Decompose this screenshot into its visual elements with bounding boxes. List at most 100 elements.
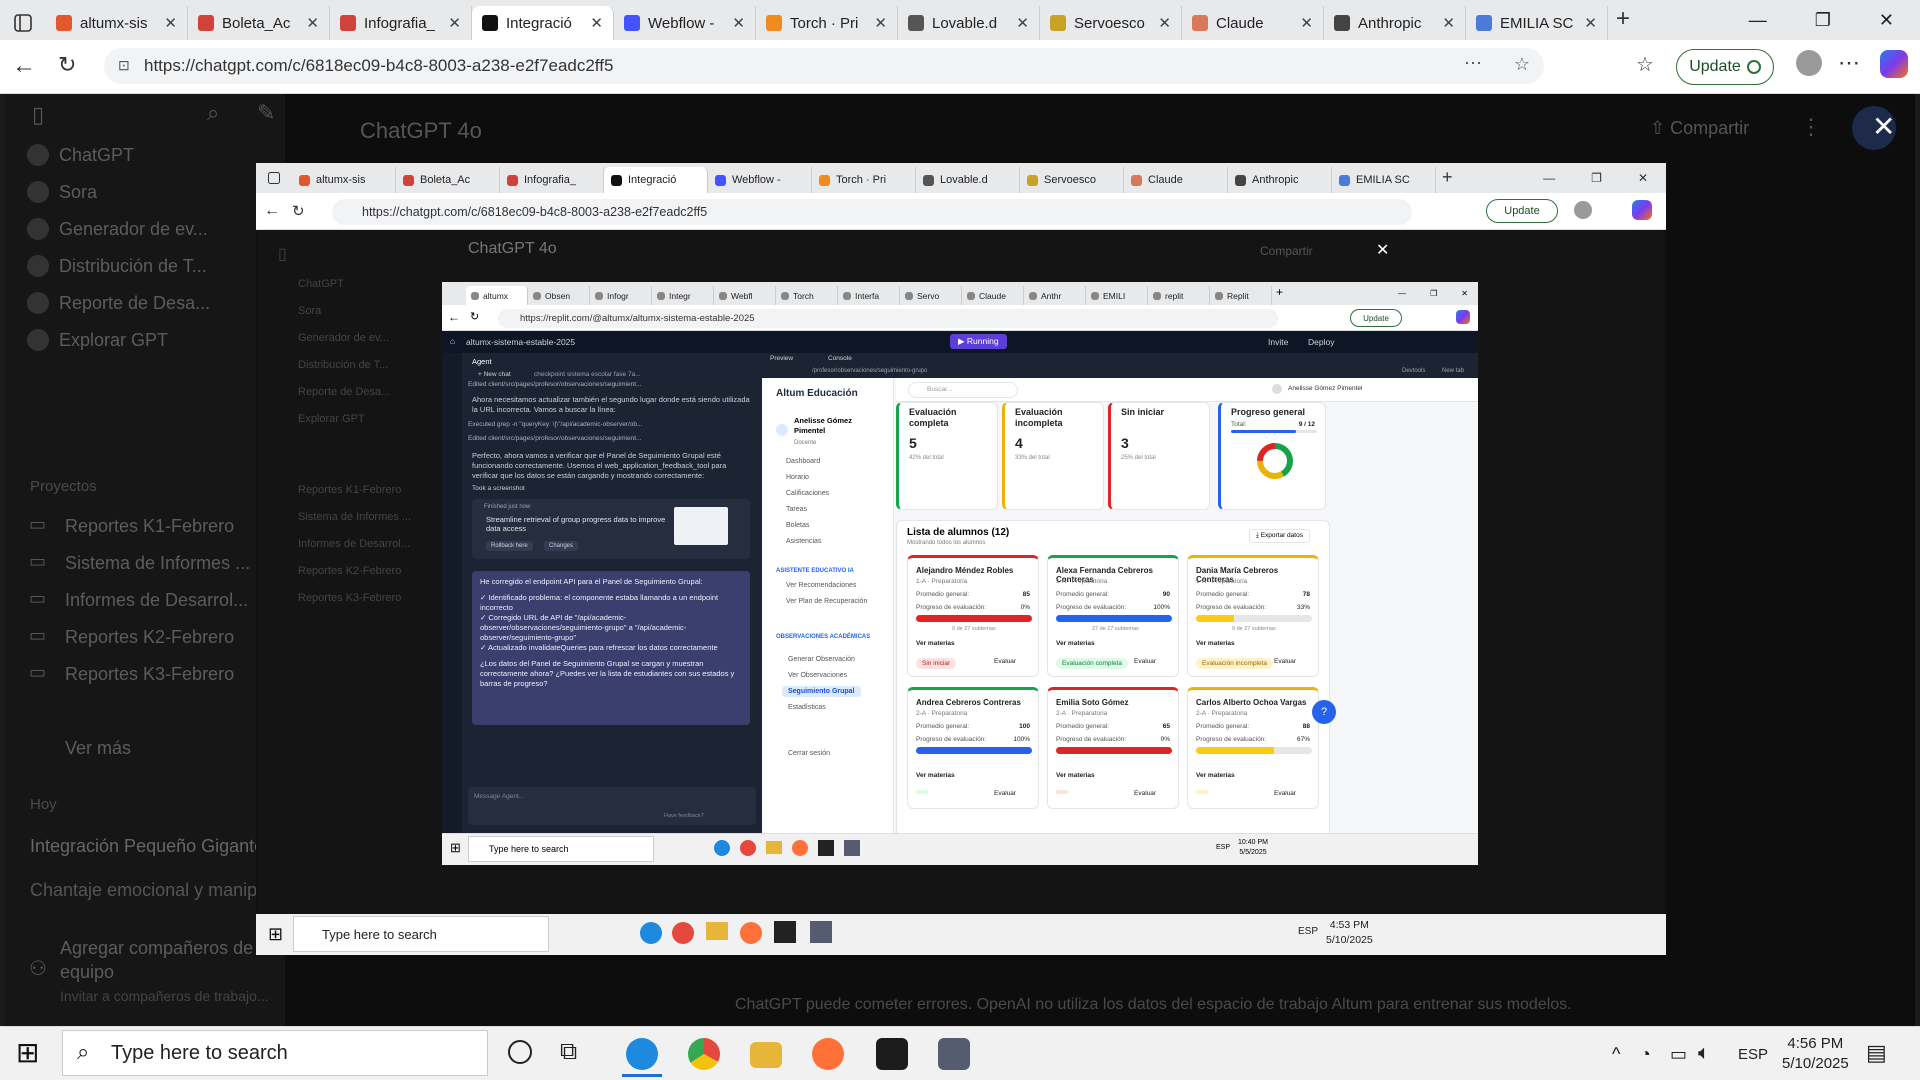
taskbar-search-input[interactable]: ⌕ Type here to search bbox=[62, 1030, 488, 1076]
avg-label: Promedio general: bbox=[1196, 591, 1250, 598]
favorite-star-icon[interactable]: ☆ bbox=[1514, 54, 1530, 75]
chrome-icon[interactable] bbox=[688, 1038, 720, 1070]
tab-close-icon[interactable]: ✕ bbox=[590, 14, 603, 32]
tab-favicon-icon bbox=[1334, 15, 1350, 31]
l3-tab-label: Interfa bbox=[855, 290, 880, 301]
reader-icon[interactable]: ⋯ bbox=[1464, 53, 1482, 74]
browser-tab[interactable]: Servoesco ✕ bbox=[1040, 6, 1182, 40]
restore-icon[interactable]: ❐ bbox=[1815, 10, 1831, 31]
tab-close-icon[interactable]: ✕ bbox=[448, 14, 461, 32]
more-menu-icon[interactable]: ⋯ bbox=[1838, 50, 1860, 76]
share-button[interactable]: ⇧ Compartir bbox=[1650, 118, 1749, 139]
chat-item-chantaje[interactable]: Chantaje emocional y manip... bbox=[30, 880, 272, 901]
tab-close-icon[interactable]: ✕ bbox=[164, 14, 177, 32]
rollback-button: Rollback here bbox=[486, 541, 533, 551]
app-nav-item: Boletas bbox=[786, 522, 810, 529]
tab-close-icon[interactable]: ✕ bbox=[1158, 14, 1171, 32]
student-name: Alejandro Méndez Robles bbox=[916, 566, 1014, 575]
student-group: 2-A · Preparatoria bbox=[1196, 710, 1248, 717]
back-icon[interactable]: ← bbox=[12, 52, 36, 80]
l3-firefox-icon bbox=[792, 840, 808, 856]
minimize-icon[interactable]: — bbox=[1749, 10, 1767, 31]
browser-tab[interactable]: EMILIA SC ✕ bbox=[1466, 6, 1608, 40]
student-name: Carlos Alberto Ochoa Vargas bbox=[1196, 698, 1307, 707]
project-item[interactable]: Sistema de Informes ... bbox=[65, 553, 250, 574]
refresh-icon[interactable]: ↻ bbox=[58, 52, 76, 78]
collections-icon[interactable]: ☆ bbox=[1636, 52, 1654, 77]
file-explorer-icon[interactable] bbox=[750, 1042, 782, 1068]
tab-close-icon[interactable]: ✕ bbox=[1016, 14, 1029, 32]
chat-options-icon[interactable]: ⋮ bbox=[1800, 114, 1822, 140]
tab-close-icon[interactable]: ✕ bbox=[306, 14, 319, 32]
tab-label: altumx-sis bbox=[80, 14, 148, 32]
sidebar-item[interactable]: Explorar GPT bbox=[59, 330, 168, 351]
model-title[interactable]: ChatGPT 4o bbox=[360, 118, 482, 144]
browser-tab[interactable]: Webflow - ✕ bbox=[614, 6, 756, 40]
browser-tab[interactable]: Torch · Pri ✕ bbox=[756, 6, 898, 40]
sidebar-item[interactable]: Reporte de Desa... bbox=[59, 293, 210, 314]
l3-tab: Integr bbox=[652, 286, 714, 305]
new-chat-icon[interactable]: ✎ bbox=[257, 100, 275, 126]
browser-tab[interactable]: Boleta_Ac ✕ bbox=[188, 6, 330, 40]
message-agent-input: Message Agent... Have feedback? bbox=[468, 787, 756, 825]
tab-close-icon[interactable]: ✕ bbox=[1584, 14, 1597, 32]
project-item[interactable]: Reportes K2-Febrero bbox=[65, 627, 234, 648]
firefox-icon[interactable] bbox=[812, 1038, 844, 1070]
tab-close-icon[interactable]: ✕ bbox=[1300, 14, 1313, 32]
l3-tab-label: altumx bbox=[483, 290, 509, 301]
wifi-icon[interactable]: ◔ bbox=[1640, 1044, 1651, 1065]
new-tab-button[interactable]: + bbox=[1616, 0, 1630, 40]
url-field[interactable]: ⊡ https://chatgpt.com/c/6818ec09-b4c8-80… bbox=[104, 48, 1544, 84]
add-team-link[interactable]: Agregar compañeros de equipo bbox=[60, 936, 280, 984]
sidebar-more-link[interactable]: Ver más bbox=[65, 738, 131, 759]
tray-chevron-icon[interactable]: ^ bbox=[1612, 1044, 1620, 1065]
battery-icon[interactable]: ▭ bbox=[1670, 1044, 1687, 1065]
volume-icon[interactable]: 🔈︎ bbox=[1698, 1042, 1710, 1065]
site-info-icon[interactable]: ⊡ bbox=[118, 57, 130, 74]
browser-tab[interactable]: Integració ✕ bbox=[472, 6, 614, 40]
student-pct: 0% bbox=[1160, 736, 1170, 743]
sidebar-toggle-icon[interactable]: ▯ bbox=[32, 102, 44, 128]
pinned-app-icon[interactable] bbox=[938, 1038, 970, 1070]
sidebar-item[interactable]: Generador de ev... bbox=[59, 219, 208, 240]
edge-icon[interactable] bbox=[626, 1038, 658, 1070]
notifications-icon[interactable]: ▤ bbox=[1866, 1040, 1887, 1066]
tab-close-icon[interactable]: ✕ bbox=[732, 14, 745, 32]
evaluate-button: Evaluar bbox=[994, 790, 1017, 797]
tab-actions-icon[interactable] bbox=[0, 6, 46, 40]
sidebar-item[interactable]: Sora bbox=[59, 182, 97, 203]
l3-tab-label: Replit bbox=[1227, 290, 1249, 301]
task-view-icon[interactable]: ⧉ bbox=[560, 1038, 577, 1066]
browser-tab[interactable]: Anthropic ✕ bbox=[1324, 6, 1466, 40]
language-indicator[interactable]: ESP bbox=[1738, 1046, 1768, 1063]
sidebar-item[interactable]: Distribución de T... bbox=[59, 256, 207, 277]
cortana-icon[interactable] bbox=[508, 1040, 532, 1064]
update-button[interactable]: Update bbox=[1676, 49, 1774, 85]
sidebar-item[interactable]: ChatGPT bbox=[59, 145, 134, 166]
project-item[interactable]: Reportes K3-Febrero bbox=[65, 664, 234, 685]
tab-close-icon[interactable]: ✕ bbox=[1442, 14, 1455, 32]
project-item[interactable]: Informes de Desarrol... bbox=[65, 590, 248, 611]
gaming-app-icon[interactable] bbox=[876, 1038, 908, 1070]
browser-tab[interactable]: Lovable.d ✕ bbox=[898, 6, 1040, 40]
close-overlay-icon[interactable]: ✕ bbox=[1872, 110, 1895, 143]
app-content: Evaluación completa 5 42% del total Evaluac… bbox=[896, 402, 1468, 833]
tab-close-icon[interactable]: ✕ bbox=[874, 14, 887, 32]
replit-agent-panel: Agent + New chat checkpoint sistema esco… bbox=[442, 353, 762, 833]
close-window-icon[interactable]: ✕ bbox=[1879, 10, 1894, 31]
l2-url-field: https://chatgpt.com/c/6818ec09-b4c8-8003… bbox=[332, 199, 1412, 225]
clock[interactable]: 4:56 PM 5/10/2025 bbox=[1782, 1034, 1849, 1074]
search-icon[interactable]: ⌕ bbox=[207, 100, 219, 126]
chat-item-integracion[interactable]: Integración Pequeño Gigante bbox=[30, 836, 264, 857]
browser-tab[interactable]: altumx-sis ✕ bbox=[46, 6, 188, 40]
start-icon[interactable]: ⊞ bbox=[16, 1038, 39, 1068]
browser-tab[interactable]: Claude ✕ bbox=[1182, 6, 1324, 40]
profile-avatar[interactable] bbox=[1796, 50, 1822, 76]
l3-folder-icon bbox=[766, 841, 782, 854]
agent-tab: Agent bbox=[472, 357, 492, 366]
copilot-icon[interactable] bbox=[1880, 50, 1908, 78]
l3-restore-icon: ❐ bbox=[1430, 289, 1438, 298]
project-item[interactable]: Reportes K1-Febrero bbox=[65, 516, 234, 537]
student-avg: 78 bbox=[1302, 591, 1310, 598]
browser-tab[interactable]: Infografia_ ✕ bbox=[330, 6, 472, 40]
